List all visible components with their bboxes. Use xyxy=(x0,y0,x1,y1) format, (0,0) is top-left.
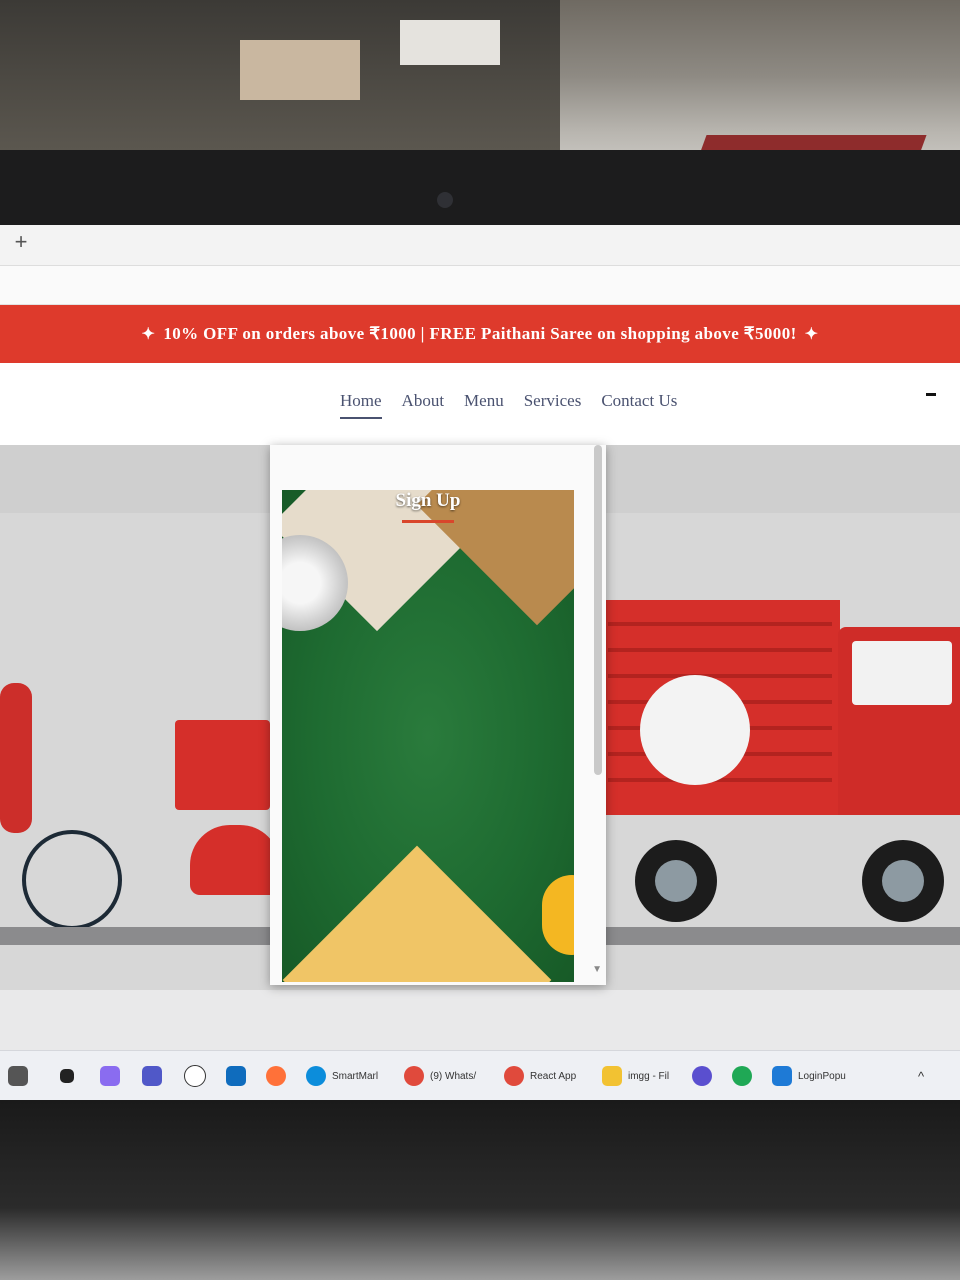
dell-icon[interactable] xyxy=(184,1065,206,1087)
cab-window xyxy=(852,641,952,705)
promo-text: 10% OFF on orders above ₹1000 | FREE Pai… xyxy=(163,324,797,343)
scooter-box xyxy=(175,720,270,810)
screen: + ✦ 10% OFF on orders above ₹1000 | FREE… xyxy=(0,225,960,1105)
truck-cab xyxy=(838,627,960,815)
taskbar-label: imgg - Fil xyxy=(628,1070,670,1082)
truck-stripe xyxy=(608,648,832,652)
whatsapp-icon[interactable] xyxy=(732,1065,752,1087)
sparkle-icon: ✦ xyxy=(804,326,819,343)
truck-stripe xyxy=(608,622,832,626)
browser-tab-bar: + xyxy=(0,225,960,266)
laptop-lower-bezel xyxy=(0,1100,960,1280)
copilot-icon[interactable] xyxy=(100,1065,120,1087)
truck-wheel xyxy=(635,840,717,922)
pasta-bag-image xyxy=(282,845,552,982)
taskbar-label: React App xyxy=(530,1070,577,1082)
signup-modal: Sign Up ▼ xyxy=(270,445,606,985)
box xyxy=(240,40,360,100)
taskbar-label: (9) Whats/ xyxy=(430,1070,477,1082)
webcam xyxy=(437,192,453,208)
nav-about[interactable]: About xyxy=(402,391,445,419)
folder-icon xyxy=(602,1066,622,1086)
new-tab-button[interactable]: + xyxy=(10,231,32,253)
truck-wheel xyxy=(862,840,944,922)
sparkle-icon: ✦ xyxy=(141,326,156,343)
nav-home[interactable]: Home xyxy=(340,391,382,419)
start-menu-icon[interactable] xyxy=(8,1065,28,1087)
nav-contact-us[interactable]: Contact Us xyxy=(601,391,677,419)
scooter-body xyxy=(190,825,280,895)
outlook-icon[interactable] xyxy=(226,1065,246,1087)
tray-chevron-icon[interactable]: ^ xyxy=(918,1065,924,1087)
taskbar-label: LoginPopu xyxy=(798,1070,846,1082)
taskbar-react-app[interactable]: React App xyxy=(504,1065,576,1087)
box xyxy=(400,20,500,65)
edge-icon xyxy=(306,1066,326,1086)
juice-glass-image xyxy=(542,875,574,955)
windows-taskbar: SmartMarl (9) Whats/ React App imgg - Fi… xyxy=(0,1050,960,1103)
vscode-icon xyxy=(772,1066,792,1086)
promo-banner: ✦ 10% OFF on orders above ₹1000 | FREE P… xyxy=(0,305,960,363)
teams-icon[interactable] xyxy=(142,1065,162,1087)
taskbar-vscode[interactable]: LoginPopu xyxy=(772,1065,846,1087)
title-underline xyxy=(402,520,454,523)
bike-wheel xyxy=(22,830,122,930)
firefox-icon[interactable] xyxy=(266,1065,286,1087)
nav-services[interactable]: Services xyxy=(524,391,582,419)
menu-icon[interactable] xyxy=(926,393,936,396)
laptop-bezel xyxy=(0,150,960,230)
meta-icon[interactable] xyxy=(692,1065,712,1087)
main-nav: Home About Menu Services Contact Us xyxy=(0,363,960,445)
lightning-logo-icon xyxy=(640,675,750,785)
delivery-rider xyxy=(0,683,32,833)
file-icon[interactable] xyxy=(60,1065,74,1087)
scroll-down-arrow-icon[interactable]: ▼ xyxy=(592,964,602,975)
taskbar-label: SmartMarl xyxy=(332,1070,379,1082)
chrome-icon xyxy=(404,1066,424,1086)
taskbar-whatsapp-chrome[interactable]: (9) Whats/ xyxy=(404,1065,476,1087)
truck-stripe xyxy=(608,674,832,678)
signup-panel: Sign Up xyxy=(282,490,574,982)
browser-toolbar xyxy=(0,266,960,305)
modal-scrollbar[interactable] xyxy=(594,445,602,775)
taskbar-edge[interactable]: SmartMarl xyxy=(306,1065,378,1087)
chrome-icon xyxy=(504,1066,524,1086)
signup-title: Sign Up xyxy=(395,490,461,511)
taskbar-file-explorer[interactable]: imgg - Fil xyxy=(602,1065,669,1087)
nav-menu[interactable]: Menu xyxy=(464,391,504,419)
